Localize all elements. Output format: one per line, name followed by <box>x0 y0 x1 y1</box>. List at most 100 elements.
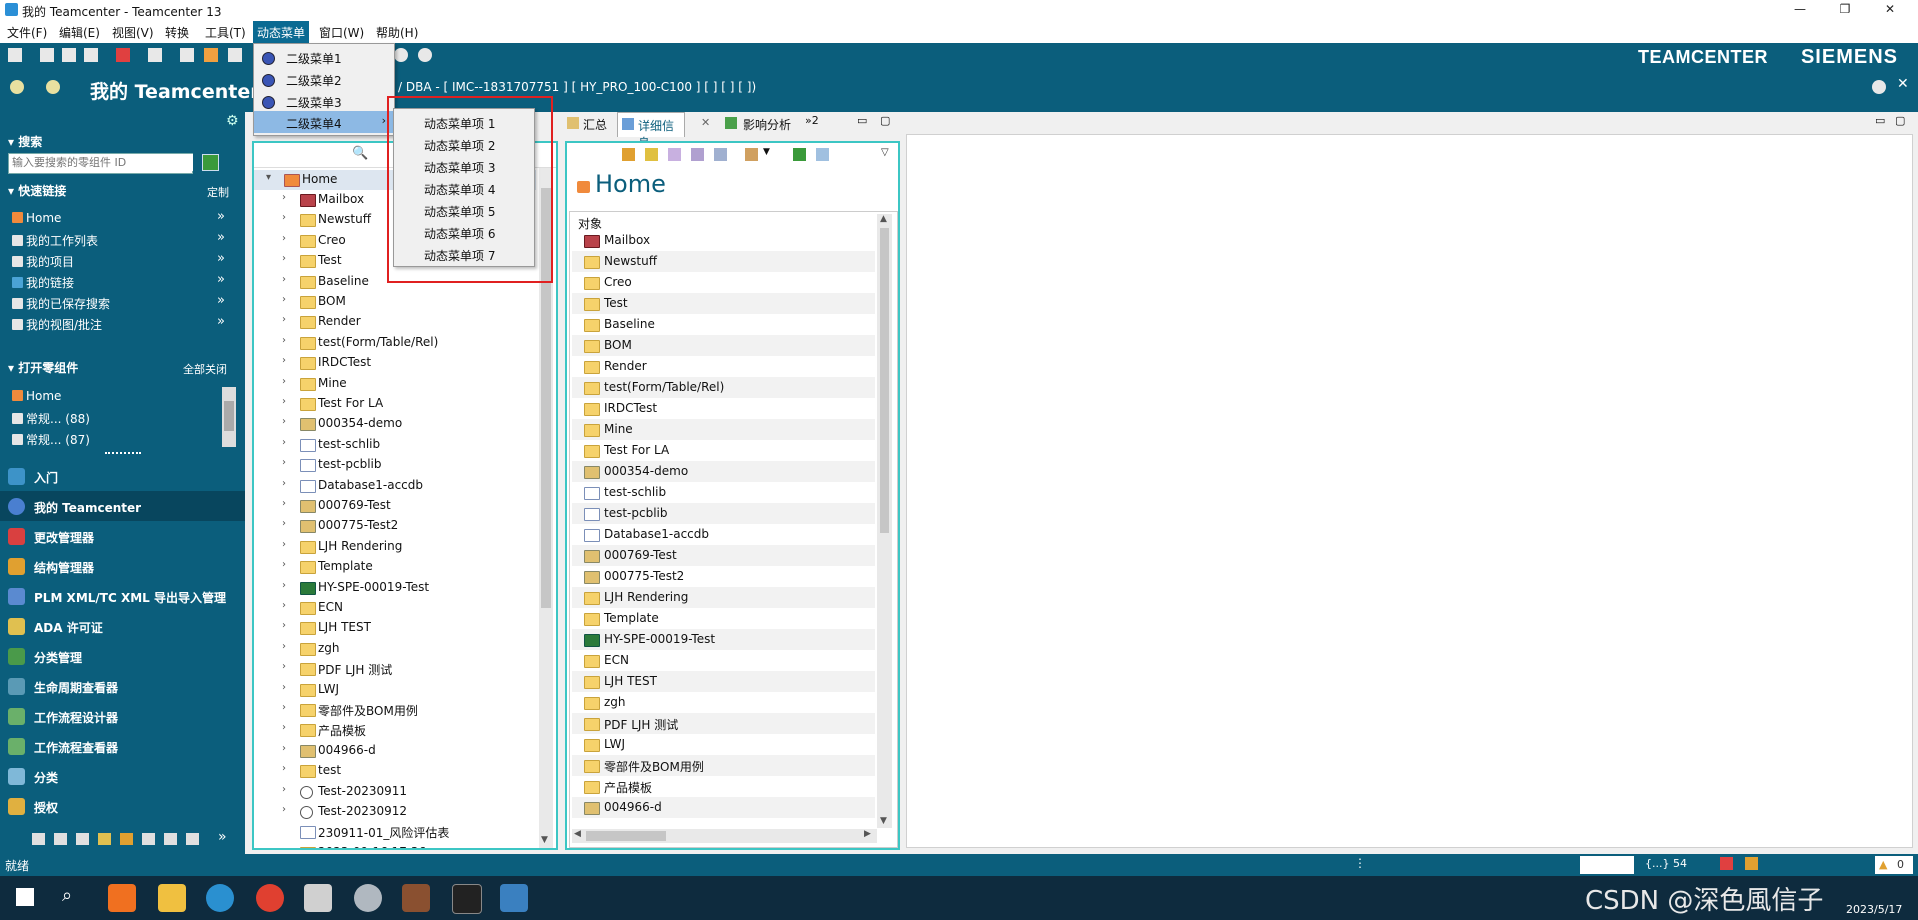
app-workflow-viewer[interactable]: 工作流程查看器 <box>0 731 245 761</box>
expand-arrow-icon[interactable]: › <box>282 274 286 285</box>
expand-arrow-icon[interactable]: › <box>282 376 286 387</box>
table-row[interactable]: LJH TEST <box>572 671 875 692</box>
teamcenter-taskbar-icon[interactable] <box>500 884 528 912</box>
submenu-item-1[interactable]: 二级菜单1 <box>254 46 394 68</box>
table-row[interactable]: Test <box>572 293 875 314</box>
search-input[interactable] <box>9 154 193 171</box>
quicklink-worklist[interactable]: 我的工作列表 <box>12 232 98 249</box>
properties-icon[interactable] <box>816 148 829 161</box>
scrollbar-thumb[interactable] <box>586 831 666 841</box>
paste-icon[interactable] <box>84 48 98 62</box>
search-icon[interactable] <box>394 48 408 62</box>
menu-help[interactable]: 帮助(H) <box>376 24 418 41</box>
app-getting-started[interactable]: 入门 <box>0 461 245 491</box>
shortcut-icon[interactable] <box>54 833 67 845</box>
table-row[interactable]: Creo <box>572 272 875 293</box>
menu-tools[interactable]: 工具(T) <box>205 24 246 41</box>
more-apps-icon[interactable]: » <box>218 829 227 845</box>
table-row[interactable]: Baseline <box>572 314 875 335</box>
chevron-right-icon[interactable]: » <box>217 230 225 245</box>
shortcut-icon[interactable] <box>142 833 155 845</box>
app-taskbar-icon[interactable] <box>108 884 136 912</box>
shortcut-icon[interactable] <box>76 833 89 845</box>
menu-window[interactable]: 窗口(W) <box>319 24 364 41</box>
menu-convert[interactable]: 转换 <box>165 24 189 41</box>
expand-arrow-icon[interactable]: › <box>282 518 286 529</box>
table-row[interactable]: Mine <box>572 419 875 440</box>
table-row[interactable]: 产品模板 <box>572 776 875 797</box>
expand-arrow-icon[interactable]: › <box>282 620 286 631</box>
maximize-view-icon[interactable]: ▢ <box>1895 114 1905 127</box>
quicklink-home[interactable]: Home <box>12 211 61 225</box>
shortcut-icon[interactable] <box>164 833 177 845</box>
expand-arrow-icon[interactable]: › <box>282 212 286 223</box>
scroll-down-icon[interactable]: ▼ <box>880 816 887 826</box>
export-icon[interactable] <box>714 148 727 161</box>
expand-arrow-icon[interactable]: › <box>282 804 286 815</box>
expand-arrow-icon[interactable]: › <box>282 355 286 366</box>
error-icon[interactable] <box>1720 857 1733 870</box>
tab-summary[interactable]: 汇总 <box>583 116 607 133</box>
app-ada-license[interactable]: ADA 许可证 <box>0 611 245 641</box>
table-row[interactable]: 004966-d <box>572 797 875 818</box>
submenu-item-2[interactable]: 二级菜单2 <box>254 68 394 90</box>
app-classification[interactable]: 分类 <box>0 761 245 791</box>
table-row[interactable]: zgh <box>572 692 875 713</box>
expand-arrow-icon[interactable]: › <box>282 722 286 733</box>
chevron-right-icon[interactable]: » <box>217 251 225 266</box>
submenu-item-3[interactable]: 二级菜单3 <box>254 90 394 112</box>
minimize-view-icon[interactable]: ▭ <box>1875 114 1885 127</box>
delete-icon[interactable] <box>116 48 130 62</box>
alert-icon[interactable] <box>1745 857 1758 870</box>
search-field[interactable] <box>8 153 193 174</box>
app-change-manager[interactable]: 更改管理器 <box>0 521 245 551</box>
sash-grip[interactable] <box>105 452 141 454</box>
table-row[interactable]: Test For LA <box>572 440 875 461</box>
quicklink-saved-searches[interactable]: 我的已保存搜索 <box>12 295 110 312</box>
find-icon[interactable]: 🔍 <box>352 146 368 161</box>
open-items-scrollbar[interactable] <box>222 387 236 447</box>
quicklink-views[interactable]: 我的视图/批注 <box>12 316 102 333</box>
submenu-item-4[interactable]: 二级菜单4 › <box>254 111 394 133</box>
expand-arrow-icon[interactable]: › <box>282 743 286 754</box>
menu-dynamic[interactable]: 动态菜单 <box>253 21 310 44</box>
terminal-icon[interactable] <box>452 884 482 914</box>
chrome-icon[interactable] <box>256 884 284 912</box>
chevron-right-icon[interactable]: » <box>217 272 225 287</box>
close-all-link[interactable]: 全部关闭 <box>183 361 227 377</box>
copy-icon[interactable] <box>691 148 704 161</box>
view-options-icon[interactable] <box>745 148 758 161</box>
expand-arrow-icon[interactable]: › <box>282 784 286 795</box>
scroll-right-icon[interactable]: ▶ <box>864 829 871 839</box>
chevron-right-icon[interactable]: » <box>217 293 225 308</box>
details-vscrollbar[interactable]: ▲ ▼ <box>877 214 892 828</box>
app-workflow-designer[interactable]: 工作流程设计器 <box>0 701 245 731</box>
table-row[interactable]: LWJ <box>572 734 875 755</box>
expand-arrow-icon[interactable]: › <box>282 661 286 672</box>
forward-icon[interactable] <box>46 80 60 94</box>
notification-count[interactable]: ▲ 0 <box>1875 856 1913 874</box>
expand-arrow-icon[interactable]: › <box>282 294 286 305</box>
expand-arrow-icon[interactable]: › <box>282 233 286 244</box>
quicklink-projects[interactable]: 我的项目 <box>12 253 74 270</box>
scroll-up-icon[interactable]: ▲ <box>880 214 887 224</box>
shortcut-icon[interactable] <box>186 833 199 845</box>
expand-arrow-icon[interactable]: › <box>282 416 286 427</box>
table-row[interactable]: Template <box>572 608 875 629</box>
app-structure-manager[interactable]: 结构管理器 <box>0 551 245 581</box>
expand-arrow-icon[interactable]: › <box>282 314 286 325</box>
details-hscrollbar[interactable]: ◀ ▶ <box>572 829 877 843</box>
open-items-header[interactable]: ▾ 打开零组件 <box>8 359 78 376</box>
app-classification-admin[interactable]: 分类管理 <box>0 641 245 671</box>
expand-arrow-icon[interactable]: › <box>282 600 286 611</box>
expand-arrow-icon[interactable]: › <box>282 682 286 693</box>
menu-edit[interactable]: 编辑(E) <box>59 24 100 41</box>
filter-icon[interactable] <box>645 148 658 161</box>
app-lifecycle-viewer[interactable]: 生命周期查看器 <box>0 671 245 701</box>
app-authorization[interactable]: 授权 <box>0 791 245 821</box>
minimize-button[interactable]: — <box>1780 2 1820 16</box>
open-item[interactable]: 常规... (88) <box>12 410 90 427</box>
close-button[interactable]: ✕ <box>1870 2 1910 16</box>
copy-icon[interactable] <box>62 48 76 62</box>
expand-arrow-icon[interactable]: › <box>282 702 286 713</box>
